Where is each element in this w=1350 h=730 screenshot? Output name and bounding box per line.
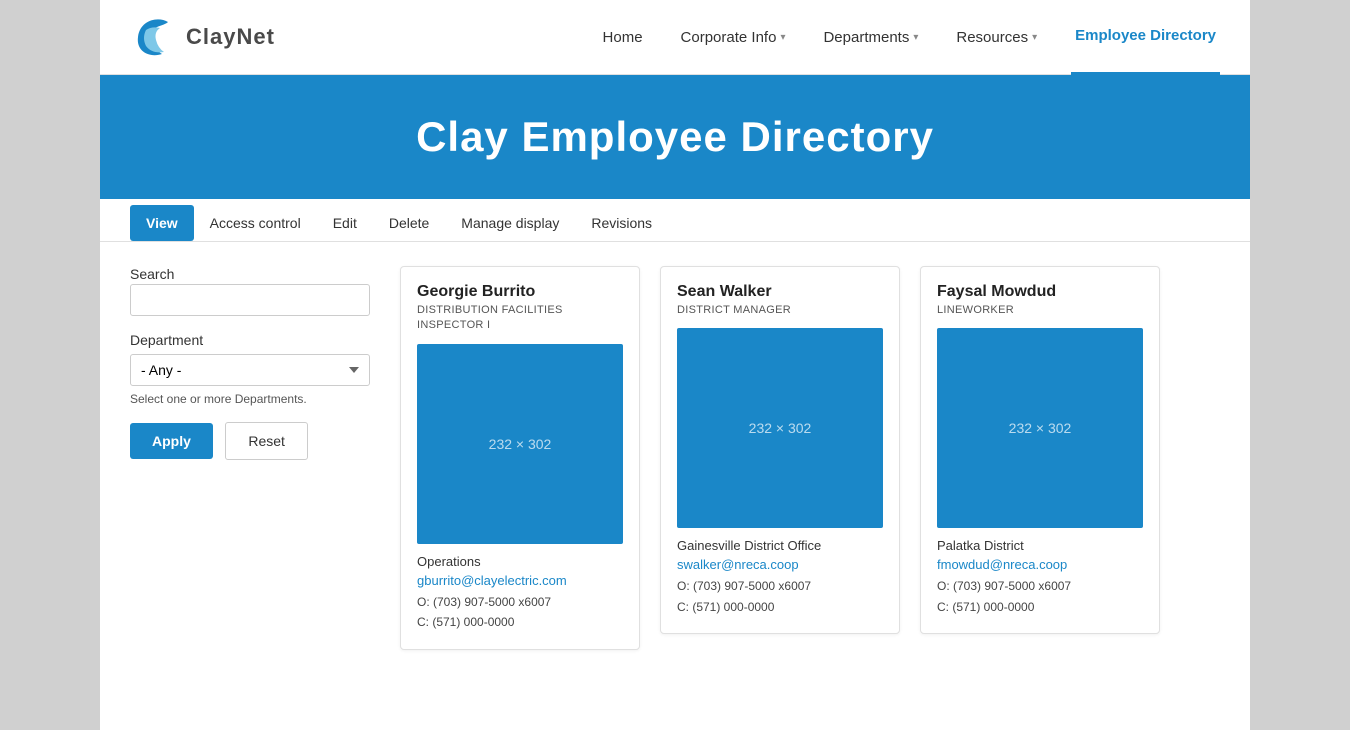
main-content: Search Department - Any - Select one or …: [100, 242, 1250, 674]
employee-name: Sean Walker: [677, 283, 883, 301]
navbar: ClayNet Home Corporate Info ▾ Department…: [100, 0, 1250, 75]
employee-office: Gainesville District Office: [677, 538, 883, 553]
employee-name: Georgie Burrito: [417, 283, 623, 301]
tab-view[interactable]: View: [130, 205, 194, 241]
nav-links: Home Corporate Info ▾ Departments ▾ Reso…: [599, 0, 1220, 75]
employee-office: Operations: [417, 554, 623, 569]
nav-employee-directory[interactable]: Employee Directory: [1071, 0, 1220, 75]
employee-office: Palatka District: [937, 538, 1143, 553]
employee-photo: 232 × 302: [937, 328, 1143, 528]
nav-home[interactable]: Home: [599, 0, 647, 75]
filter-panel: Search Department - Any - Select one or …: [130, 266, 370, 650]
employee-card: Georgie Burrito DISTRIBUTION FACILITIES …: [400, 266, 640, 650]
employee-title: DISTRICT MANAGER: [677, 303, 883, 318]
department-hint: Select one or more Departments.: [130, 392, 370, 406]
nav-resources[interactable]: Resources ▾: [952, 0, 1041, 75]
tab-access-control[interactable]: Access control: [194, 205, 317, 241]
chevron-down-icon: ▾: [1032, 0, 1037, 75]
employee-email[interactable]: fmowdud@nreca.coop: [937, 557, 1143, 572]
nav-departments[interactable]: Departments ▾: [819, 0, 922, 75]
nav-corporate-info[interactable]: Corporate Info ▾: [677, 0, 790, 75]
logo-area: ClayNet: [130, 12, 275, 62]
hero-banner: Clay Employee Directory: [100, 75, 1250, 199]
employee-phone: O: (703) 907-5000 x6007 C: (571) 000-000…: [677, 576, 883, 617]
employee-phone: O: (703) 907-5000 x6007 C: (571) 000-000…: [417, 592, 623, 633]
search-label: Search: [130, 266, 174, 282]
tab-manage-display[interactable]: Manage display: [445, 205, 575, 241]
employee-title: LINEWORKER: [937, 303, 1143, 318]
employee-photo: 232 × 302: [417, 344, 623, 544]
department-label: Department: [130, 332, 370, 348]
employee-email[interactable]: swalker@nreca.coop: [677, 557, 883, 572]
employee-phone: O: (703) 907-5000 x6007 C: (571) 000-000…: [937, 576, 1143, 617]
chevron-down-icon: ▾: [913, 0, 918, 75]
logo-icon: [130, 12, 180, 62]
reset-button[interactable]: Reset: [225, 422, 308, 460]
page-title: Clay Employee Directory: [120, 113, 1230, 161]
tab-edit[interactable]: Edit: [317, 205, 373, 241]
tab-revisions[interactable]: Revisions: [575, 205, 668, 241]
employee-card: Sean Walker DISTRICT MANAGER 232 × 302 G…: [660, 266, 900, 634]
employee-card: Faysal Mowdud LINEWORKER 232 × 302 Palat…: [920, 266, 1160, 634]
employee-email[interactable]: gburrito@clayelectric.com: [417, 573, 623, 588]
apply-button[interactable]: Apply: [130, 423, 213, 459]
tab-delete[interactable]: Delete: [373, 205, 445, 241]
employee-name: Faysal Mowdud: [937, 283, 1143, 301]
chevron-down-icon: ▾: [780, 0, 785, 75]
employee-cards-grid: Georgie Burrito DISTRIBUTION FACILITIES …: [400, 266, 1220, 650]
search-input[interactable]: [130, 284, 370, 316]
employee-photo: 232 × 302: [677, 328, 883, 528]
logo-text: ClayNet: [186, 24, 275, 50]
department-select[interactable]: - Any -: [130, 354, 370, 386]
subnav: View Access control Edit Delete Manage d…: [100, 205, 1250, 242]
employee-title: DISTRIBUTION FACILITIES INSPECTOR I: [417, 303, 623, 334]
